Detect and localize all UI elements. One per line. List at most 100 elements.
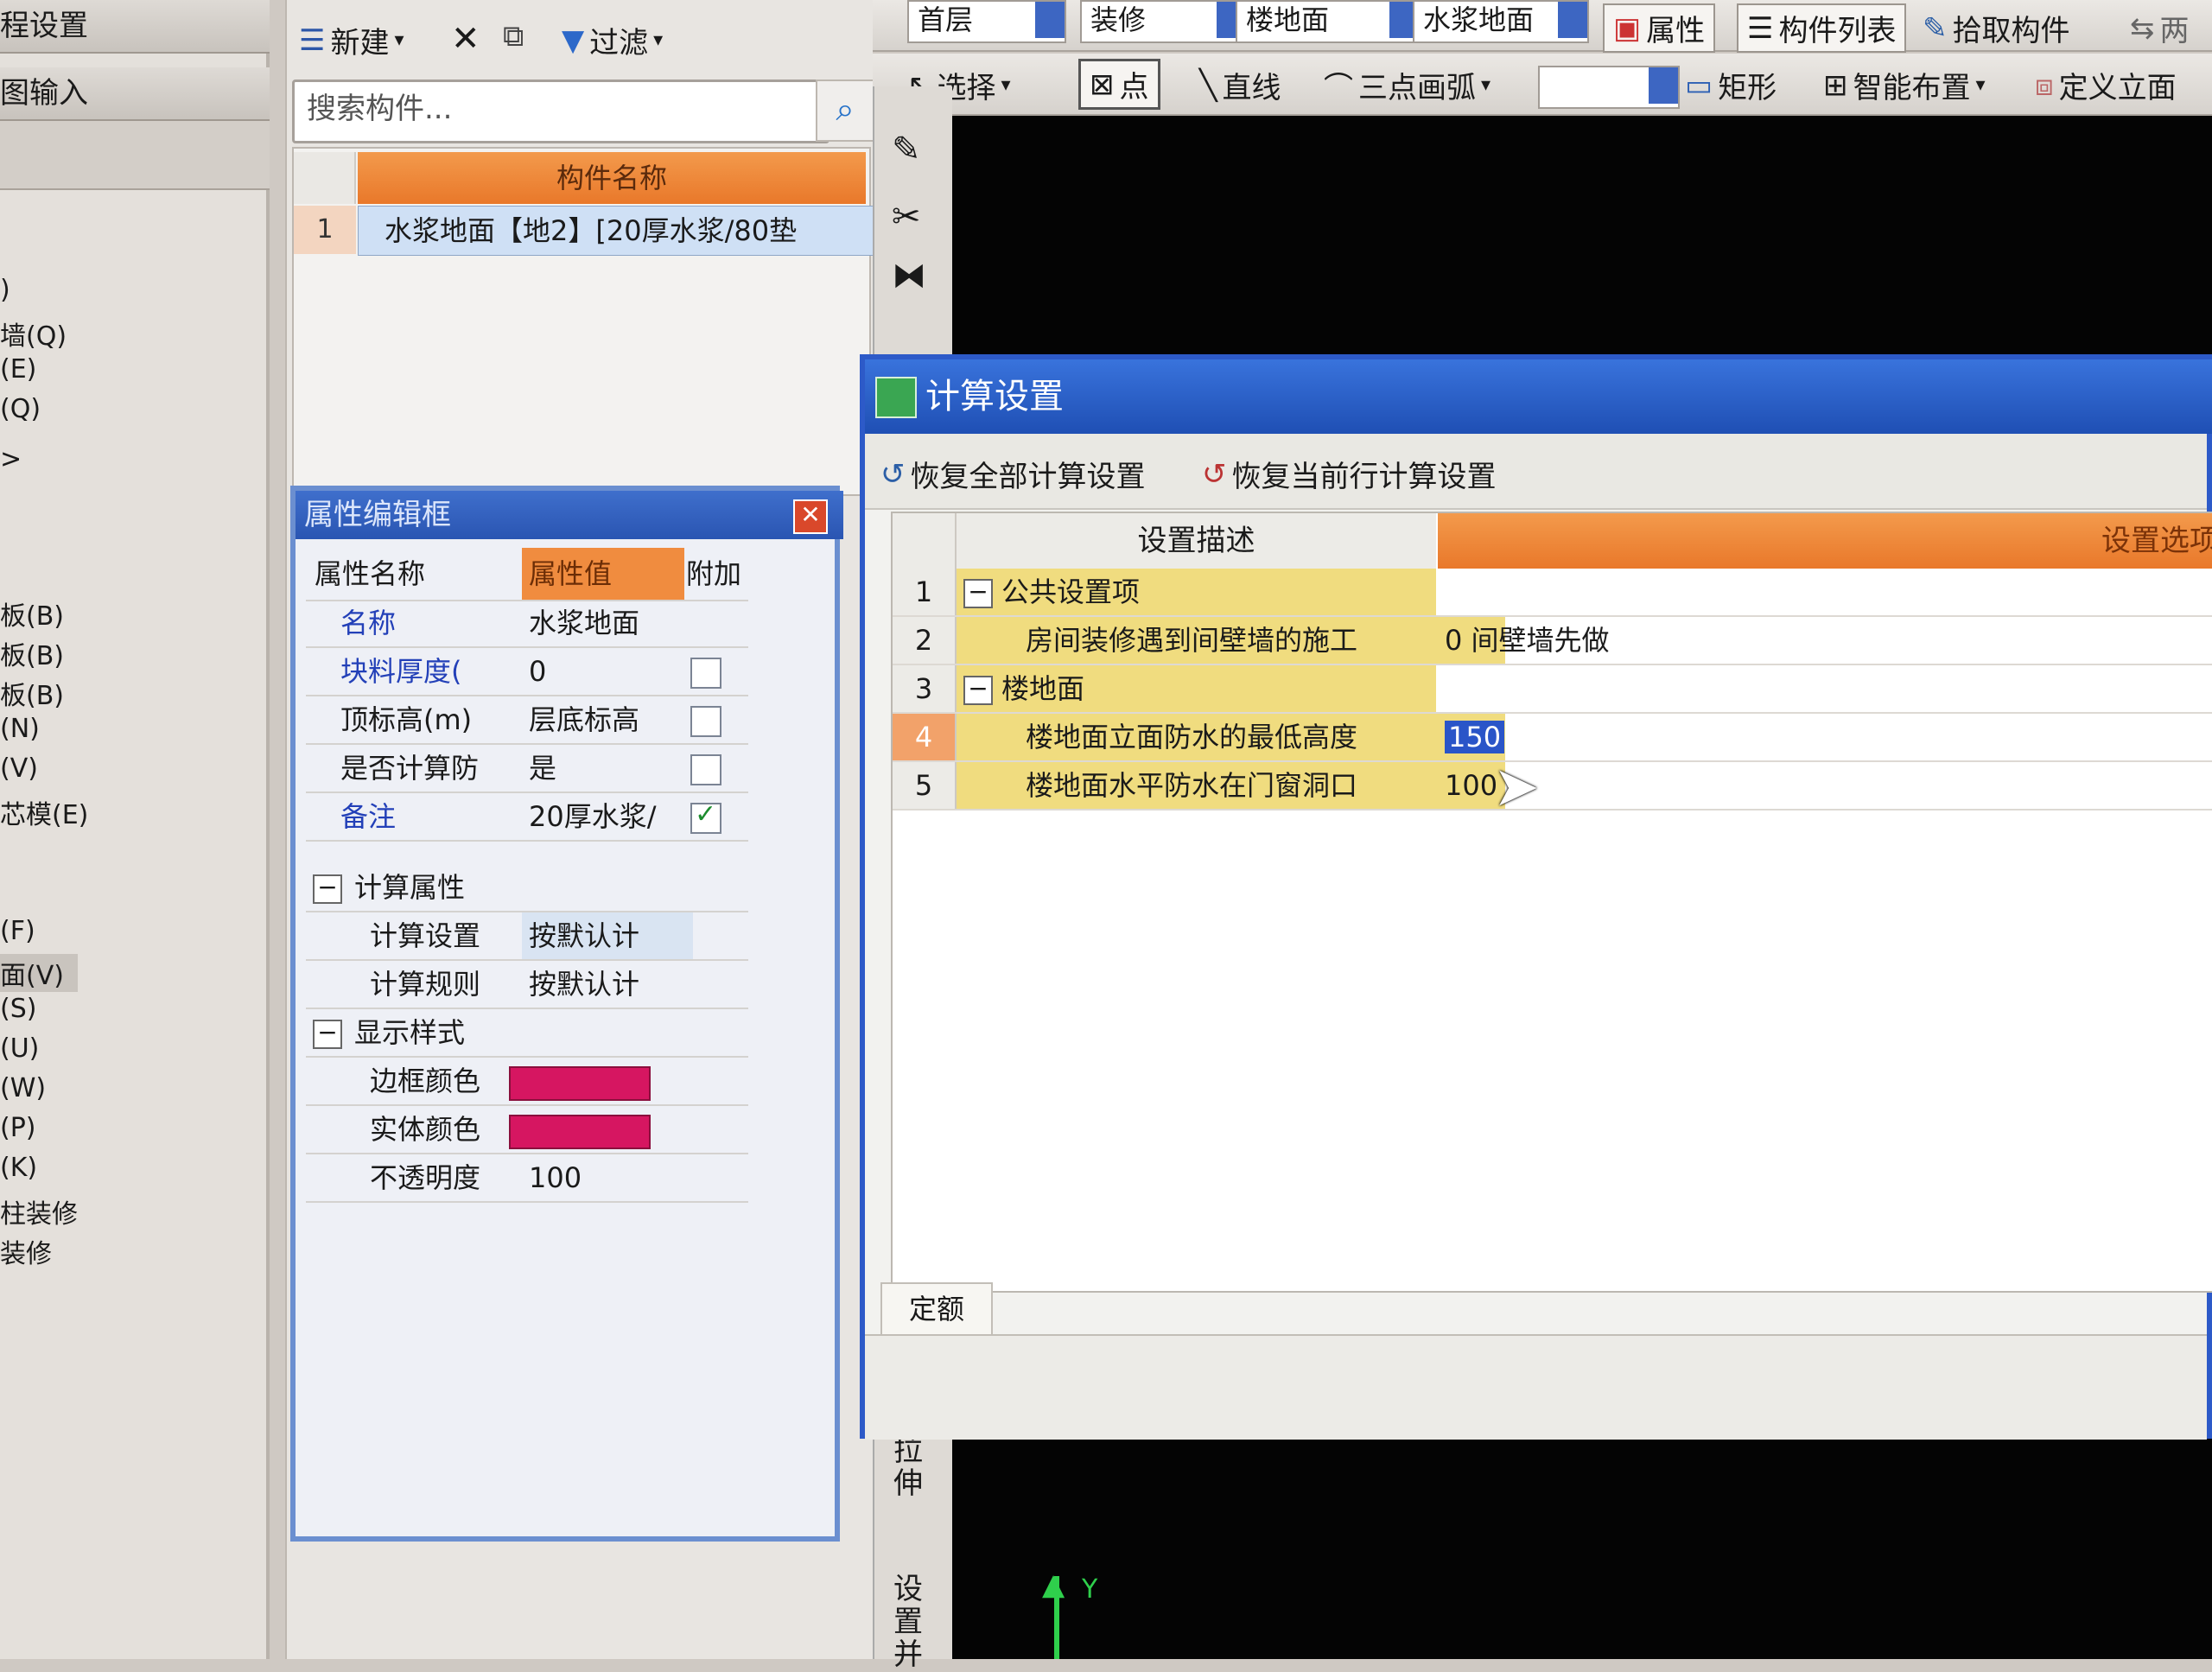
property-row[interactable]: 块料厚度(0	[306, 648, 748, 696]
property-value[interactable]: 0	[522, 648, 684, 695]
header-description[interactable]: 设置描述	[957, 513, 1436, 569]
rectangle-button[interactable]: ▭ 矩形	[1685, 64, 1777, 106]
nav-item-slab[interactable]: 板(B)	[0, 634, 64, 672]
collapse-toggle-icon[interactable]: −	[963, 676, 993, 705]
new-component-button[interactable]: ☰ 新建 ▾	[299, 19, 404, 61]
table-row[interactable]: 3− 楼地面	[893, 665, 2212, 714]
property-row-fill-color[interactable]: 实体颜色	[306, 1106, 748, 1154]
property-row[interactable]: 名称 水浆地面	[306, 600, 748, 648]
arc-button[interactable]: ⌒ 三点画弧 ▾	[1324, 64, 1491, 106]
filter-button[interactable]: ▼ 过滤 ▾	[562, 19, 663, 61]
nav-item-slab[interactable]: 板(B)	[0, 674, 64, 712]
nav-item-slab[interactable]: 板(B)	[0, 594, 64, 633]
table-row[interactable]: 水浆地面【地2】[20厚水浆/80垫	[358, 206, 893, 256]
property-value[interactable]: 水浆地面	[522, 600, 684, 646]
setup-button[interactable]: 设置并	[893, 1573, 928, 1671]
property-value[interactable]: 按默认计	[522, 961, 639, 1008]
delete-icon[interactable]: ✕	[451, 19, 480, 59]
group-display-style[interactable]: − 显示样式	[306, 1009, 748, 1058]
nav-item[interactable]: (W)	[0, 1073, 46, 1103]
nav-item[interactable]: (Q)	[0, 394, 41, 424]
nav-item-finish[interactable]: 装修	[0, 1232, 52, 1270]
property-value[interactable]: 100	[522, 1154, 582, 1201]
brush-icon[interactable]: ✎	[892, 130, 921, 169]
property-value[interactable]: 是	[522, 745, 684, 791]
property-value[interactable]: 按默认计	[522, 912, 693, 959]
blank-select[interactable]	[1538, 66, 1680, 109]
pick-component-button[interactable]: ✎ 拾取构件	[1923, 7, 2070, 49]
table-row[interactable]: 4 楼地面立面防水的最低高度 150	[893, 714, 2212, 762]
option-value[interactable]: 0 间壁墙先做	[1445, 624, 1610, 657]
attach-checkbox[interactable]	[690, 658, 721, 689]
nav-item-core-mold[interactable]: 芯模(E)	[0, 793, 88, 831]
nav-item-wall[interactable]: 墙(Q)	[0, 315, 67, 353]
property-value[interactable]: 20厚水浆/	[522, 793, 684, 840]
point-button[interactable]: ⊠ 点	[1078, 59, 1160, 110]
collapse-toggle-icon[interactable]: −	[313, 864, 351, 911]
property-row-border-color[interactable]: 边框颜色	[306, 1058, 748, 1106]
nav-item[interactable]: (U)	[0, 1033, 39, 1064]
line-button[interactable]: ╲ 直线	[1199, 64, 1281, 106]
group-calc-properties[interactable]: − 计算属性	[306, 864, 748, 912]
table-row[interactable]: 5 楼地面水平防水在门窗洞口 100	[893, 762, 2212, 811]
component-select[interactable]: 水浆地面	[1413, 0, 1589, 43]
nav-item-column-finish[interactable]: 柱装修	[0, 1192, 78, 1230]
option-value[interactable]: 100	[1445, 769, 1497, 802]
dialog-title[interactable]: 计算设置	[865, 359, 2212, 434]
setting-option[interactable]: 100	[1438, 762, 1497, 809]
nav-item-collapse-arrow[interactable]: >	[0, 444, 22, 474]
property-row-opacity[interactable]: 不透明度 100	[306, 1154, 748, 1203]
nav-item-floor-selected[interactable]: 面(V)	[0, 954, 78, 992]
smart-layout-button[interactable]: ⊞ 智能布置 ▾	[1823, 64, 1986, 106]
two-point-button[interactable]: ⇆ 两	[2130, 7, 2190, 49]
component-list-button[interactable]: ☰ 构件列表	[1737, 3, 1907, 53]
setting-option[interactable]: 0 间壁墙先做	[1438, 617, 1610, 664]
table-row[interactable]: 2 房间装修遇到间壁墙的施工 0 间壁墙先做	[893, 617, 2212, 665]
table-row[interactable]: 1− 公共设置项	[893, 569, 2212, 617]
property-value[interactable]: 层底标高	[522, 696, 684, 743]
nav-header-settings[interactable]: 程设置	[0, 0, 270, 54]
option-value[interactable]: 150	[1445, 721, 1505, 753]
collapse-toggle-icon[interactable]: −	[313, 1009, 351, 1056]
border-color-swatch[interactable]	[509, 1066, 651, 1101]
search-input[interactable]: 搜索构件...	[292, 79, 830, 143]
nav-item[interactable]: (K)	[0, 1153, 37, 1183]
setting-option[interactable]	[1438, 569, 1445, 615]
property-row-calc-rule[interactable]: 计算规则 按默认计	[306, 961, 748, 1009]
property-row[interactable]: 备注 20厚水浆/	[306, 793, 748, 842]
setting-option[interactable]	[1438, 665, 1445, 712]
property-row[interactable]: 是否计算防 是	[306, 745, 748, 793]
grid-header-component-name[interactable]: 构件名称	[358, 152, 866, 204]
close-icon[interactable]: ✕	[793, 499, 828, 534]
nav-item[interactable]: (F)	[0, 916, 35, 946]
copy-icon[interactable]: ⧉	[503, 19, 524, 54]
nav-item[interactable]: (P)	[0, 1113, 36, 1143]
nav-item[interactable]: (N)	[0, 714, 40, 744]
header-option[interactable]: 设置选项	[1438, 513, 2212, 569]
search-icon[interactable]: ⌕	[816, 79, 874, 142]
type-select[interactable]: 楼地面	[1236, 0, 1421, 43]
attributes-button[interactable]: ▣ 属性	[1603, 3, 1716, 53]
tab-quota[interactable]: 定额	[880, 1282, 993, 1338]
restore-row-button[interactable]: ↺ 恢复当前行计算设置	[1202, 453, 1497, 495]
setting-option[interactable]: 150	[1438, 714, 1505, 760]
restore-all-button[interactable]: ↺ 恢复全部计算设置	[880, 453, 1146, 495]
mirror-icon[interactable]: ⧓	[892, 256, 926, 296]
property-row[interactable]: 顶标高(m) 层底标高	[306, 696, 748, 745]
property-editor-title[interactable]: 属性编辑框	[296, 491, 843, 539]
nav-item[interactable]: (S)	[0, 994, 36, 1024]
define-elevation-button[interactable]: ⧈ 定义立面	[2035, 64, 2177, 106]
floor-select[interactable]: 首层	[907, 0, 1066, 43]
category-select[interactable]: 装修	[1080, 0, 1248, 43]
collapse-toggle-icon[interactable]: −	[963, 579, 993, 608]
nav-item[interactable]: )	[0, 275, 10, 305]
stretch-button[interactable]: 拉伸	[893, 1434, 928, 1500]
nav-header-drawing-input[interactable]: 图输入	[0, 67, 270, 121]
nav-item[interactable]: (V)	[0, 753, 38, 784]
scissors-icon[interactable]: ✂	[892, 197, 921, 237]
attach-checkbox[interactable]	[690, 706, 721, 737]
fill-color-swatch[interactable]	[509, 1115, 651, 1149]
nav-item[interactable]: (E)	[0, 354, 36, 385]
attach-checkbox[interactable]	[690, 799, 721, 834]
property-row-calc-setting[interactable]: 计算设置 按默认计	[306, 912, 748, 961]
